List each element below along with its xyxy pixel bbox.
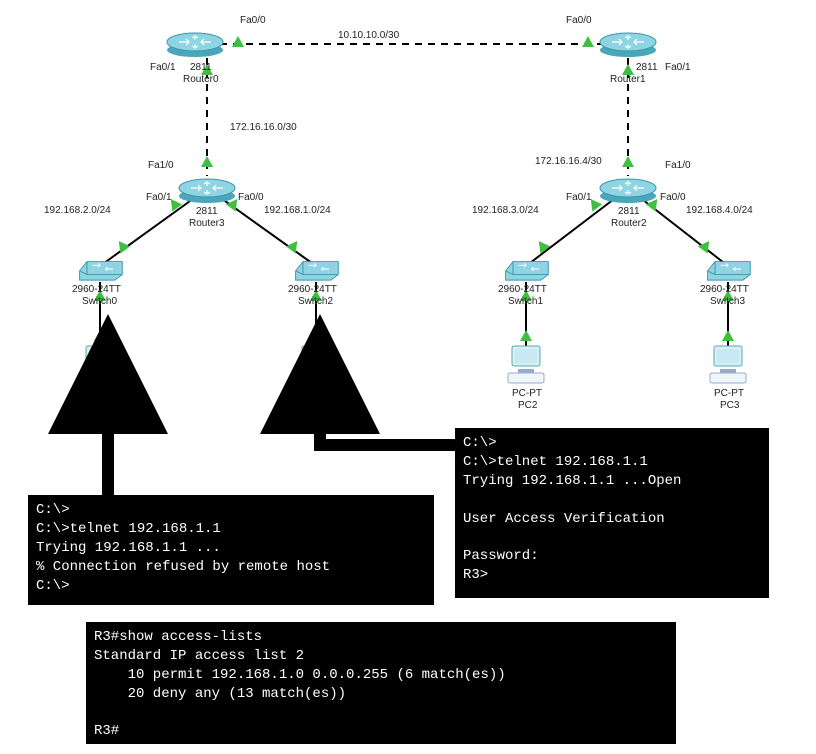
t0-l1: C:\> <box>36 501 426 520</box>
t2-l6: R3# <box>94 722 668 741</box>
t2-l1: R3#show access-lists <box>94 628 668 647</box>
t1-l3: Trying 192.168.1.1 ...Open <box>463 472 761 491</box>
t0-l5: C:\> <box>36 577 426 596</box>
t0-l4: % Connection refused by remote host <box>36 558 426 577</box>
diagram-canvas: Fa0/0 Fa0/0 10.10.10.0/30 Fa0/1 Fa0/1 28… <box>0 0 816 754</box>
t2-l2: Standard IP access list 2 <box>94 647 668 666</box>
terminal-pc1: C:\> C:\>telnet 192.168.1.1 Trying 192.1… <box>455 428 769 598</box>
terminal-r3-acl: R3#show access-lists Standard IP access … <box>86 622 676 744</box>
terminal-pc0: C:\> C:\>telnet 192.168.1.1 Trying 192.1… <box>28 495 434 605</box>
t2-l4: 20 deny any (13 match(es)) <box>94 685 668 704</box>
t1-l2: C:\>telnet 192.168.1.1 <box>463 453 761 472</box>
t1-l4 <box>463 491 761 510</box>
t2-l5 <box>94 704 668 723</box>
t0-l3: Trying 192.168.1.1 ... <box>36 539 426 558</box>
t1-l8: R3> <box>463 566 761 585</box>
t1-l6 <box>463 528 761 547</box>
t2-l3: 10 permit 192.168.1.0 0.0.0.255 (6 match… <box>94 666 668 685</box>
t1-l1: C:\> <box>463 434 761 453</box>
t1-l5: User Access Verification <box>463 510 761 529</box>
t1-l7: Password: <box>463 547 761 566</box>
t0-l2: C:\>telnet 192.168.1.1 <box>36 520 426 539</box>
